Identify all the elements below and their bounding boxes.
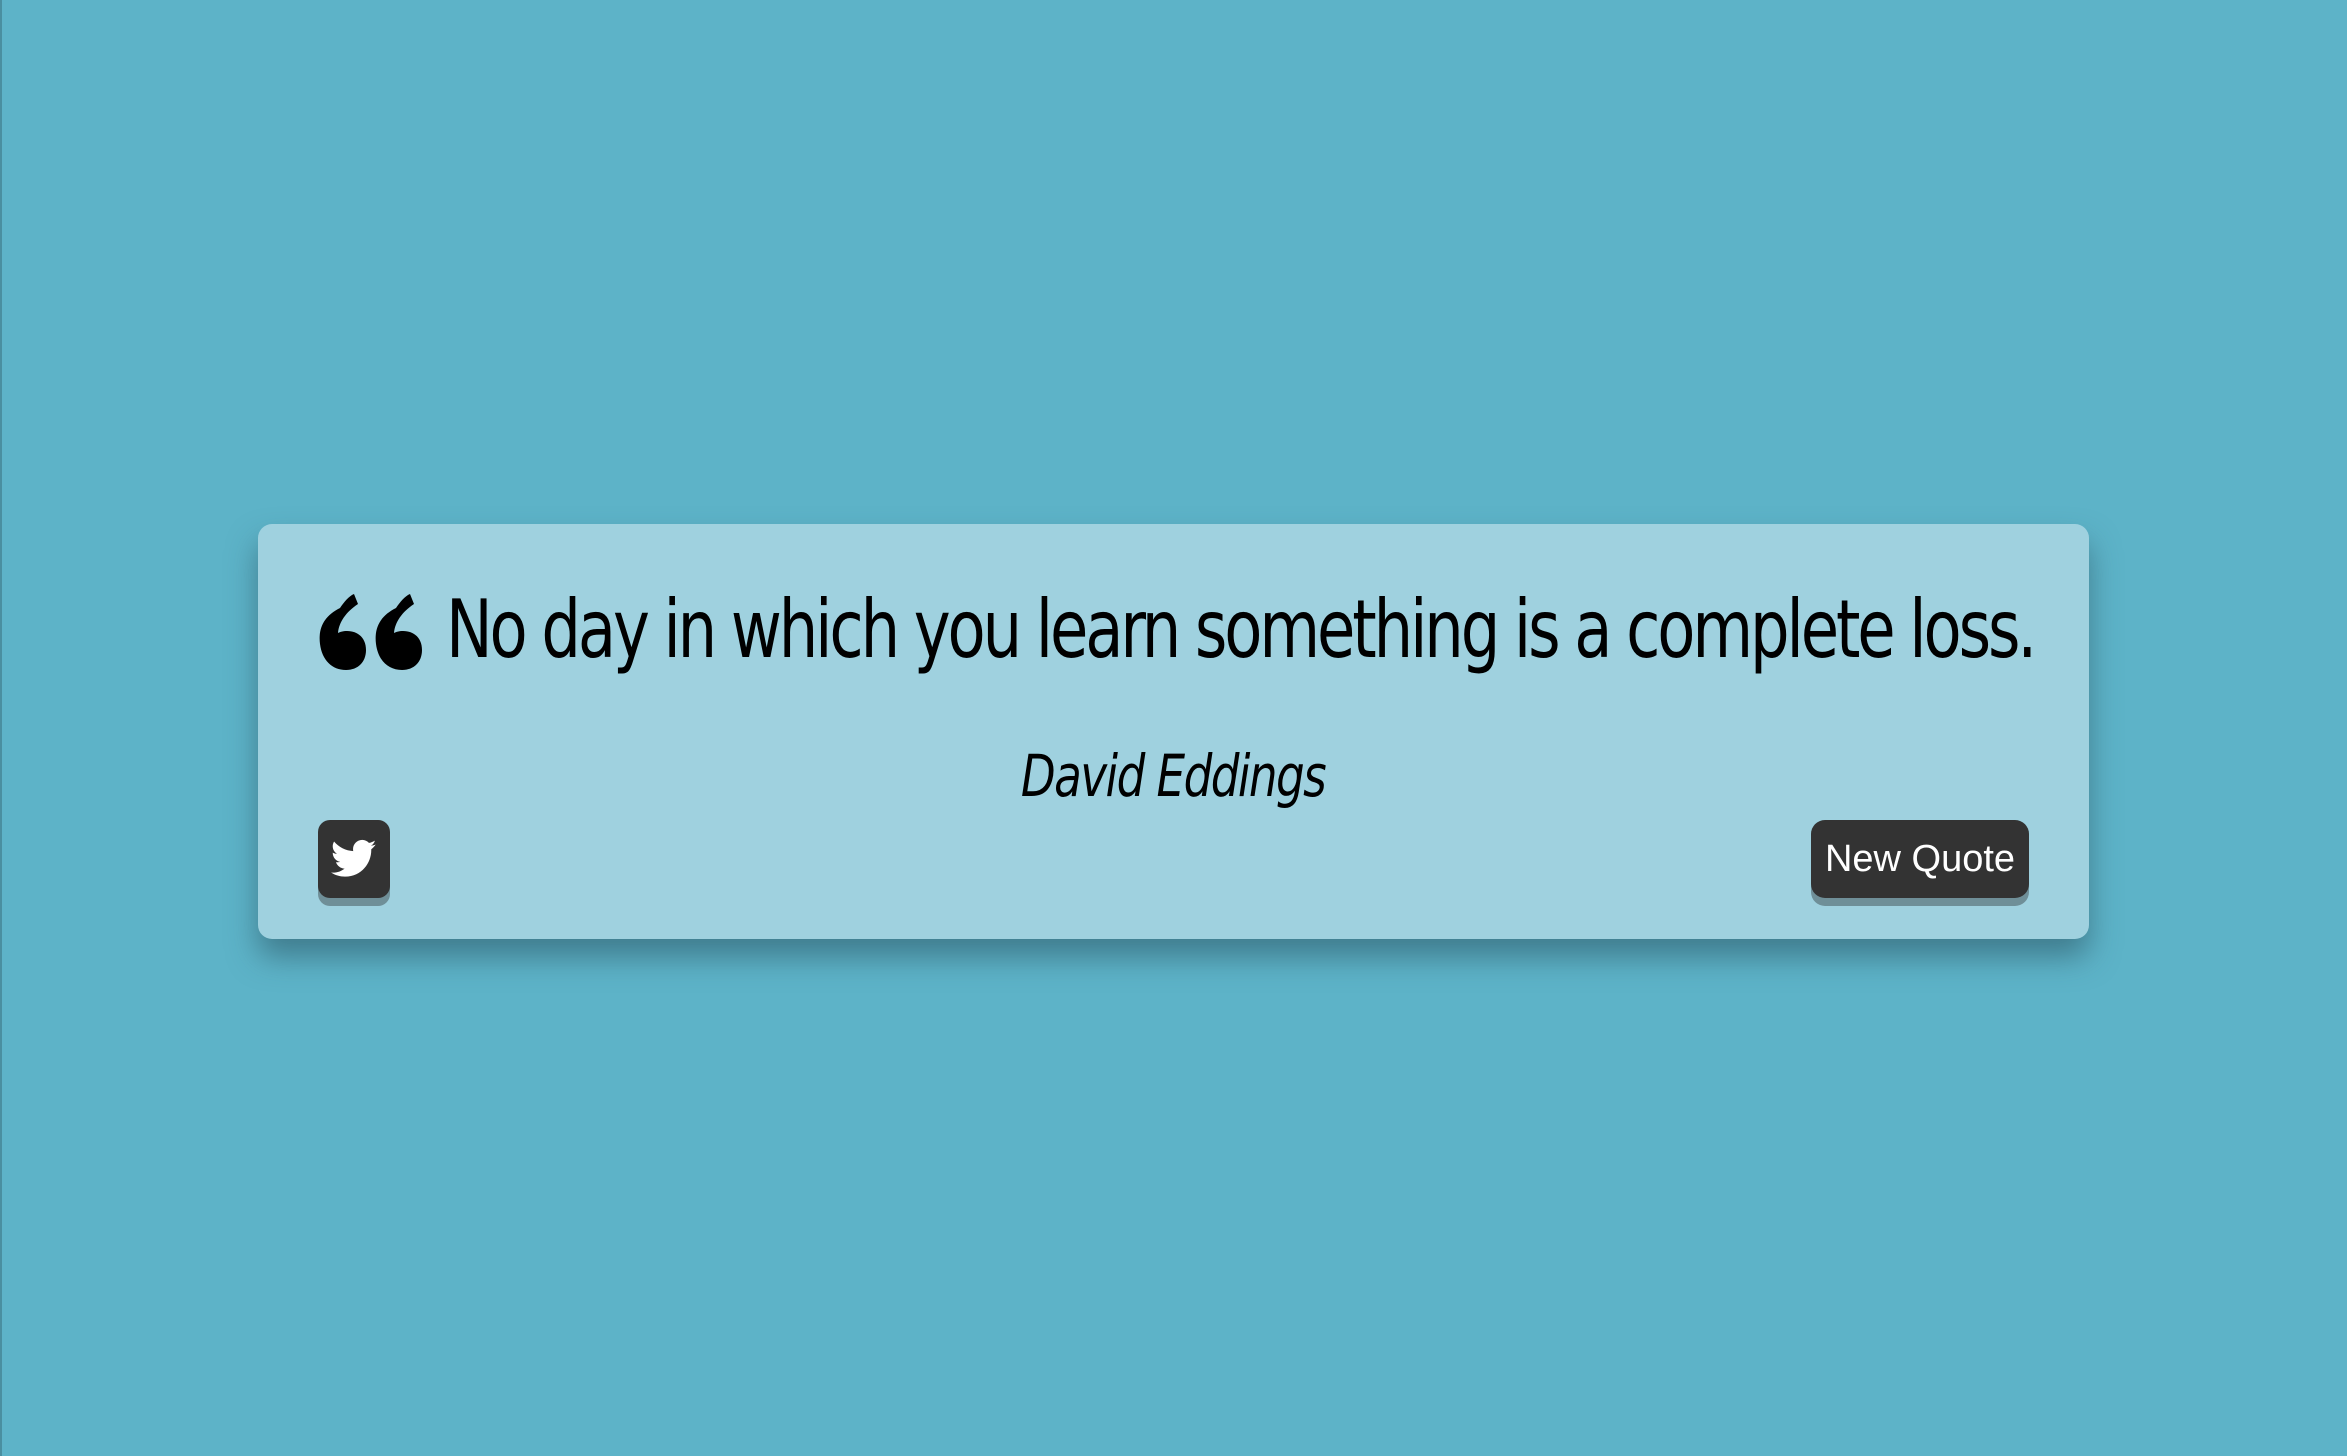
tweet-button[interactable] [318, 820, 390, 898]
twitter-icon [331, 839, 377, 877]
quote-author: David Eddings [258, 742, 2089, 810]
quote-text: No day in which you learn something is a… [446, 583, 2037, 676]
quote-author-text: David Eddings [1021, 742, 1327, 810]
new-quote-button[interactable]: New Quote [1811, 820, 2029, 898]
window-edge [0, 0, 2, 1456]
quote-line: No day in which you learn something is a… [314, 584, 2054, 676]
quote-box: No day in which you learn something is a… [258, 524, 2089, 939]
quote-mark-icon [319, 594, 422, 670]
